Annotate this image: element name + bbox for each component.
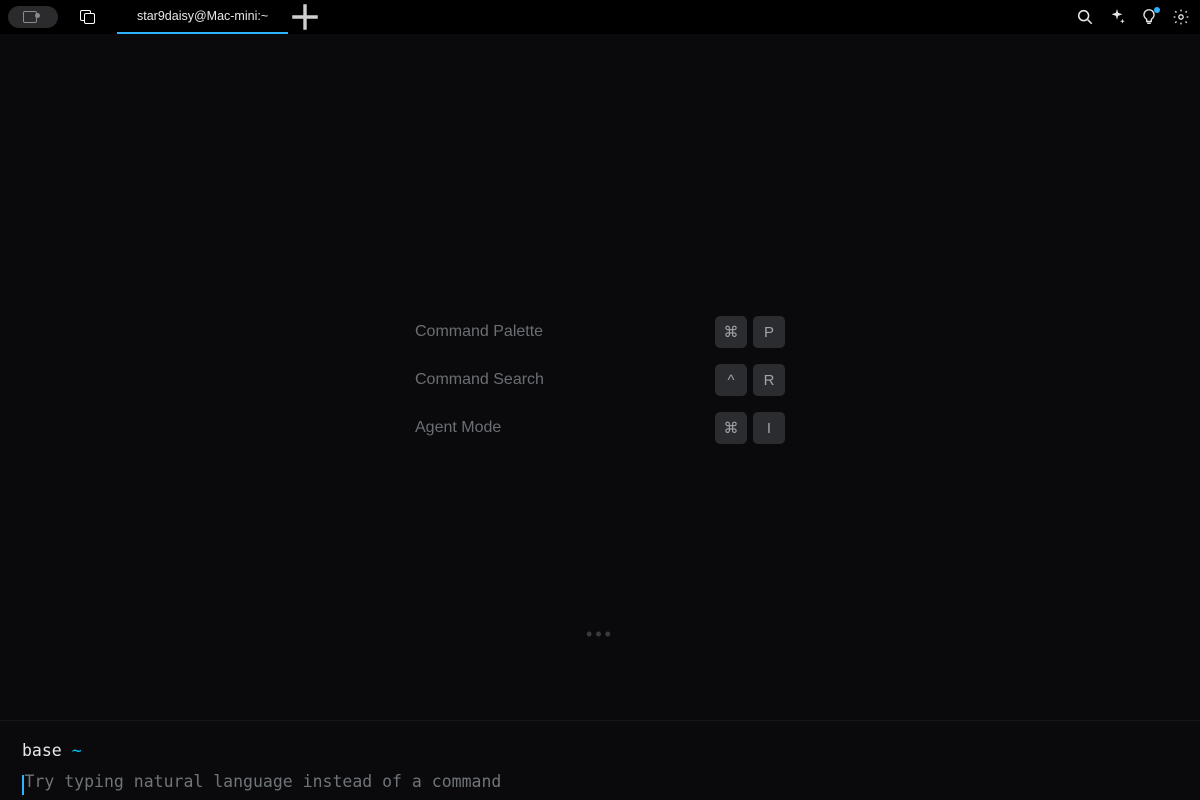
shortcut-agent-mode[interactable]: Agent Mode ⌘ I — [415, 410, 785, 446]
prompt-path: ~ — [72, 735, 82, 766]
key-cap: I — [753, 412, 785, 444]
sparkle-icon — [1108, 8, 1126, 26]
terminal-tab-active[interactable]: star9daisy@Mac-mini:~ — [117, 0, 288, 34]
shortcut-keys: ^ R — [715, 364, 785, 396]
plus-icon — [288, 0, 322, 34]
hints-button[interactable] — [1140, 8, 1158, 26]
notification-dot — [1154, 7, 1160, 13]
window-controls-pill[interactable] — [8, 6, 58, 28]
text-cursor-icon — [22, 775, 24, 795]
key-cap: R — [753, 364, 785, 396]
terminal-body: Command Palette ⌘ P Command Search ^ R A… — [0, 34, 1200, 720]
key-cap: ⌘ — [715, 316, 747, 348]
shortcut-command-search[interactable]: Command Search ^ R — [415, 362, 785, 398]
search-button[interactable] — [1076, 8, 1094, 26]
key-cap: ⌘ — [715, 412, 747, 444]
title-bar: star9daisy@Mac-mini:~ — [0, 0, 1200, 34]
prompt-context-line: base ~ — [22, 735, 1178, 766]
shortcut-label: Agent Mode — [415, 419, 501, 437]
new-tab-button[interactable] — [288, 0, 322, 34]
command-input[interactable]: Try typing natural language instead of a… — [22, 766, 1178, 797]
shortcut-label: Command Search — [415, 371, 544, 389]
shortcut-keys: ⌘ P — [715, 316, 785, 348]
shortcut-command-palette[interactable]: Command Palette ⌘ P — [415, 314, 785, 350]
search-icon — [1076, 8, 1094, 26]
prompt-env: base — [22, 735, 62, 766]
more-shortcuts-indicator[interactable]: ••• — [586, 624, 614, 645]
topbar-actions — [1076, 0, 1190, 34]
window-icon-dot — [35, 13, 40, 18]
key-cap: P — [753, 316, 785, 348]
tab-title: star9daisy@Mac-mini:~ — [137, 9, 268, 23]
shortcut-label: Command Palette — [415, 323, 543, 341]
workspaces-icon[interactable] — [80, 10, 95, 23]
gear-icon — [1172, 8, 1190, 26]
ai-sparkle-button[interactable] — [1108, 8, 1126, 26]
quick-shortcuts-panel: Command Palette ⌘ P Command Search ^ R A… — [415, 314, 785, 446]
command-input-placeholder: Try typing natural language instead of a… — [25, 766, 502, 797]
settings-button[interactable] — [1172, 8, 1190, 26]
key-cap: ^ — [715, 364, 747, 396]
shortcut-keys: ⌘ I — [715, 412, 785, 444]
prompt-area: base ~ Try typing natural language inste… — [0, 720, 1200, 800]
